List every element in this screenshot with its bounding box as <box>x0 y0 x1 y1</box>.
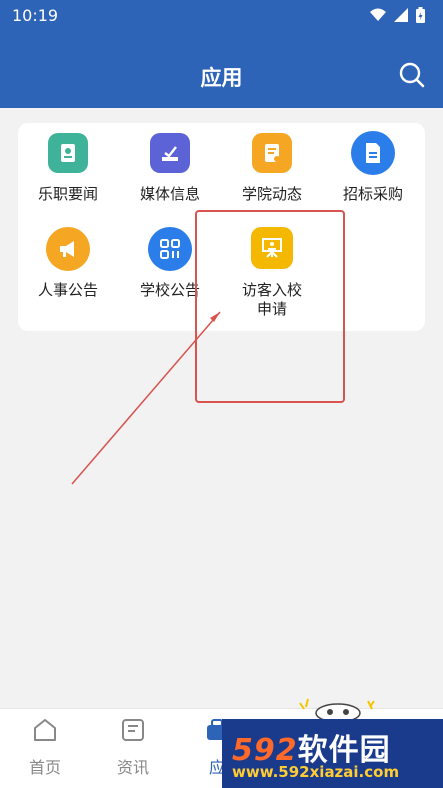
nav-label: 资讯 <box>116 758 149 777</box>
app-job-news[interactable]: 乐职要闻 <box>18 123 118 219</box>
media-icon <box>150 133 190 173</box>
app-media-info[interactable]: 媒体信息 <box>120 123 220 219</box>
app-label: 人事公告 <box>37 281 98 299</box>
app-hr-notice[interactable]: 人事公告 <box>18 219 118 315</box>
app-label: 媒体信息 <box>139 185 200 203</box>
nav-home[interactable]: 首页 <box>0 709 90 788</box>
qr-grid-icon <box>148 227 192 271</box>
app-label: 学院动态 <box>241 185 302 203</box>
app-label: 乐职要闻 <box>37 185 98 203</box>
wifi-icon <box>370 8 386 21</box>
news-icon <box>122 719 144 741</box>
annotation-highlight-box <box>195 210 345 403</box>
signal-icon <box>394 8 408 22</box>
search-icon[interactable] <box>397 60 427 90</box>
status-icons <box>370 7 425 23</box>
watermark-url: www.592xiazai.com <box>232 763 400 781</box>
megaphone-icon <box>46 227 90 271</box>
procurement-icon <box>351 131 395 175</box>
job-news-icon <box>48 133 88 173</box>
college-news-icon <box>252 133 292 173</box>
nav-label: 首页 <box>28 758 61 777</box>
app-procurement[interactable]: 招标采购 <box>323 123 423 219</box>
app-label: 招标采购 <box>342 185 403 203</box>
status-time: 10:19 <box>12 6 59 25</box>
app-header: 10:19 应用 <box>0 0 443 108</box>
nav-news[interactable]: 资讯 <box>88 709 178 788</box>
status-bar: 10:19 <box>0 0 443 32</box>
app-college-news[interactable]: 学院动态 <box>222 123 322 219</box>
page-title: 应用 <box>200 66 243 90</box>
home-icon <box>34 719 56 741</box>
watermark-banner: 592软件园 www.592xiazai.com <box>222 719 443 788</box>
battery-icon <box>416 7 425 23</box>
